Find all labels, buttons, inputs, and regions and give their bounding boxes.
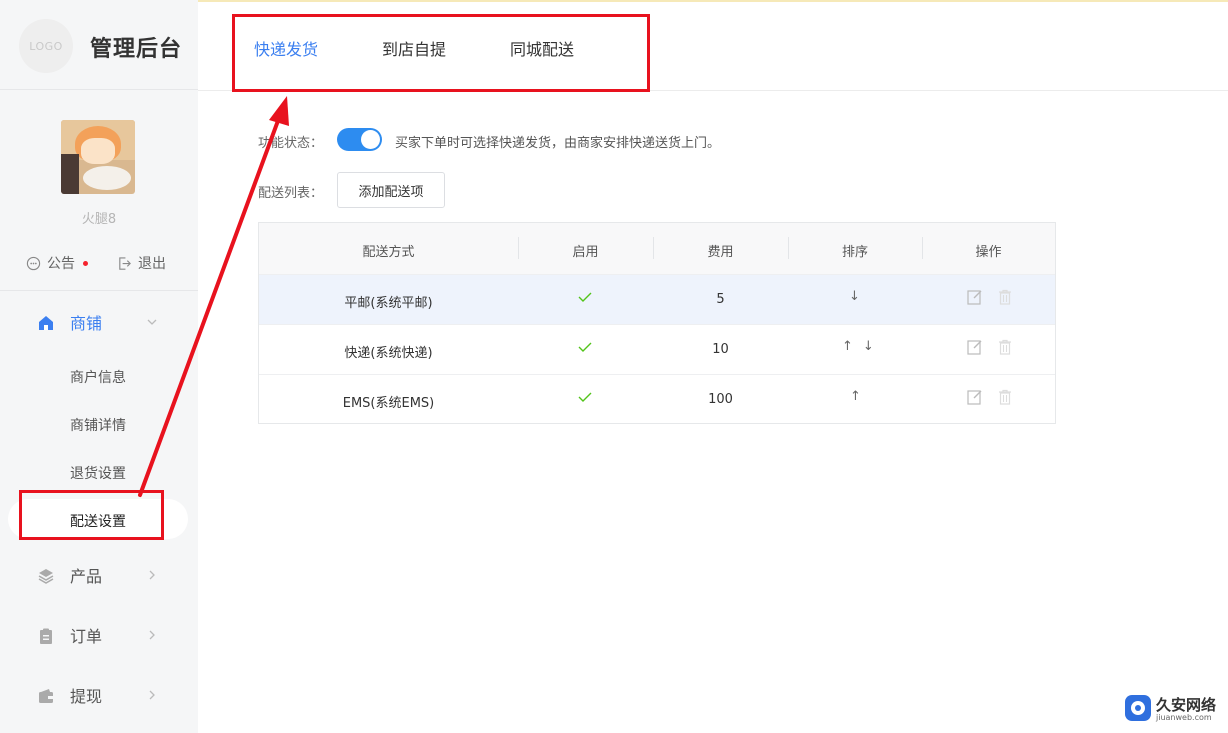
sidebar: LOGO 管理后台 火腿8 公告 退出 商铺 商户信息 商铺详情 退货设置 配送… xyxy=(0,0,198,733)
trash-icon[interactable] xyxy=(996,388,1014,406)
edit-icon[interactable] xyxy=(966,388,984,406)
column-header-method: 配送方式 xyxy=(362,245,415,260)
trash-icon[interactable] xyxy=(996,338,1014,356)
cell-method: EMS(系统EMS) xyxy=(342,396,435,411)
sort-up-button[interactable]: ↑ xyxy=(842,339,853,354)
menu-item-withdraw[interactable]: 提现 xyxy=(0,675,198,715)
annotation-box-delivery-menu xyxy=(19,490,164,540)
column-header-sort: 排序 xyxy=(841,245,868,260)
home-icon xyxy=(39,316,53,330)
menu-item-product[interactable]: 产品 xyxy=(0,555,198,595)
watermark-name: 久安网络 xyxy=(1156,696,1217,714)
clipboard-icon xyxy=(40,628,52,644)
submenu-item-merchant-info[interactable]: 商户信息 xyxy=(70,367,126,387)
logout-label: 退出 xyxy=(138,256,166,272)
menu-item-order[interactable]: 订单 xyxy=(0,615,198,655)
chevron-right-icon xyxy=(149,570,155,580)
watermark-logo-icon xyxy=(1125,695,1151,721)
logo: LOGO xyxy=(19,19,73,73)
table-row[interactable]: 平邮(系统平邮) 5 ↓ xyxy=(259,274,1055,324)
cell-fee: 5 xyxy=(716,292,725,307)
avatar[interactable] xyxy=(61,120,135,194)
cell-method: 平邮(系统平邮) xyxy=(344,296,433,311)
wallet-icon xyxy=(39,689,53,703)
logout-icon xyxy=(119,256,131,270)
sort-down-button[interactable]: ↓ xyxy=(863,339,874,354)
menu-item-label: 订单 xyxy=(70,627,103,646)
status-switch[interactable] xyxy=(337,128,382,151)
table-row[interactable]: EMS(系统EMS) 100 ↑ xyxy=(259,374,1055,424)
menu-item-label: 商铺 xyxy=(70,314,103,333)
column-header-fee: 费用 xyxy=(707,245,734,260)
cell-fee: 100 xyxy=(708,392,733,407)
check-icon xyxy=(578,342,592,352)
watermark-site: jiuanweb.com xyxy=(1156,713,1212,722)
edit-icon[interactable] xyxy=(966,338,984,356)
column-header-enabled: 启用 xyxy=(572,245,599,260)
chevron-down-icon xyxy=(147,319,157,325)
switch-knob xyxy=(361,130,380,149)
check-icon xyxy=(578,392,592,402)
chevron-right-icon xyxy=(149,630,155,640)
delivery-list-label: 配送列表： xyxy=(258,186,324,201)
message-icon xyxy=(26,256,41,270)
annotation-box-tabs xyxy=(232,14,650,92)
chevron-right-icon xyxy=(149,690,155,700)
brand-header: LOGO 管理后台 xyxy=(0,0,198,90)
notice-link[interactable]: 公告 xyxy=(26,253,88,273)
status-description: 买家下单时可选择快递发货，由商家安排快递送货上门。 xyxy=(395,136,721,151)
username: 火腿8 xyxy=(81,212,117,227)
check-icon xyxy=(578,292,592,302)
add-delivery-button[interactable]: 添加配送项 xyxy=(337,172,445,208)
sort-up-button[interactable]: ↑ xyxy=(850,389,861,404)
menu-item-shop[interactable]: 商铺 xyxy=(0,302,198,342)
table-header: 配送方式 启用 费用 排序 操作 xyxy=(259,223,1055,274)
logout-link[interactable]: 退出 xyxy=(117,253,166,273)
submenu-item-shop-detail[interactable]: 商铺详情 xyxy=(70,415,126,435)
submenu-item-return-settings[interactable]: 退货设置 xyxy=(70,463,126,483)
trash-icon[interactable] xyxy=(996,288,1014,306)
unread-dot xyxy=(83,260,88,266)
sort-down-button[interactable]: ↓ xyxy=(849,289,860,304)
cell-method: 快递(系统快递) xyxy=(344,346,433,361)
menu-item-label: 产品 xyxy=(70,567,103,586)
table-row[interactable]: 快递(系统快递) 10 ↑ ↓ xyxy=(259,324,1055,374)
delivery-table: 配送方式 启用 费用 排序 操作 平邮(系统平邮) 5 ↓ 快递(系统快递) 1… xyxy=(258,222,1056,424)
edit-icon[interactable] xyxy=(966,288,984,306)
layers-icon xyxy=(38,569,54,584)
menu-item-label: 提现 xyxy=(70,687,103,706)
cell-fee: 10 xyxy=(712,342,729,357)
notice-label: 公告 xyxy=(47,256,75,272)
column-header-actions: 操作 xyxy=(975,245,1002,260)
app-title: 管理后台 xyxy=(90,37,183,62)
sidebar-divider xyxy=(0,290,198,291)
watermark: 久安网络 jiuanweb.com xyxy=(1123,692,1223,726)
status-label: 功能状态： xyxy=(258,136,324,151)
